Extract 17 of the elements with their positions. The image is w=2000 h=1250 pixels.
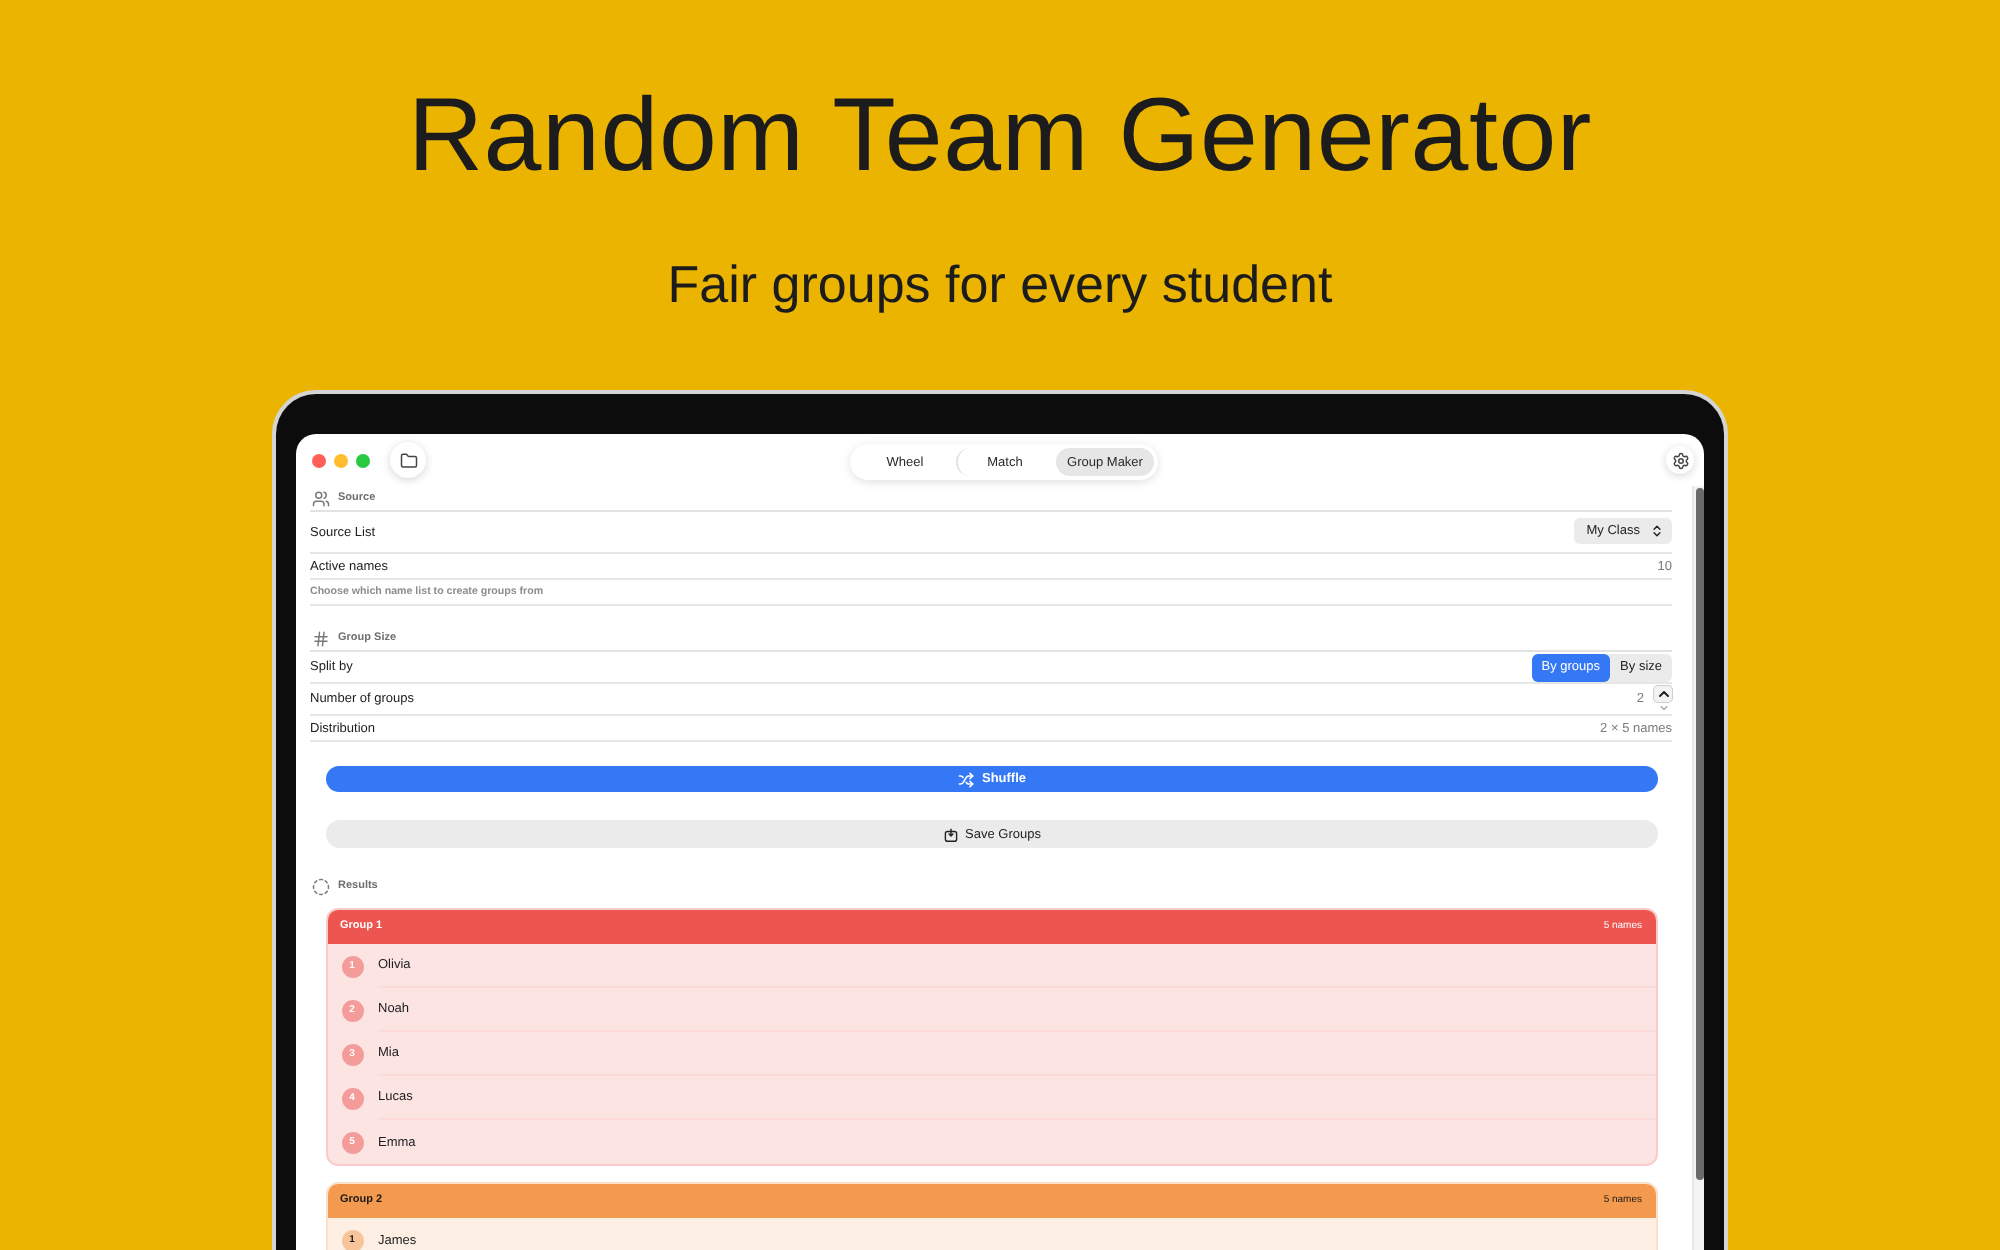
scrollbar[interactable] (1695, 488, 1703, 1180)
hero-title: Random Team Generator (407, 76, 1593, 196)
settings-button[interactable] (1666, 446, 1694, 474)
close-button[interactable] (312, 453, 326, 467)
people-icon (312, 489, 330, 507)
shuffle-icon (957, 771, 974, 787)
chevron-up-icon (1655, 686, 1671, 702)
box-arrow-icon (943, 827, 958, 841)
gear-icon (1671, 451, 1689, 469)
chevron-down-icon (1657, 701, 1669, 713)
hero-subtitle: Fair groups for every student (667, 254, 1333, 314)
hash-icon (312, 629, 330, 647)
folder-icon (399, 451, 417, 469)
folder-button[interactable] (390, 442, 426, 478)
updown-chevron-icon (1650, 523, 1664, 537)
increment-button[interactable] (1654, 686, 1672, 702)
dashed-ring-icon (312, 877, 330, 895)
